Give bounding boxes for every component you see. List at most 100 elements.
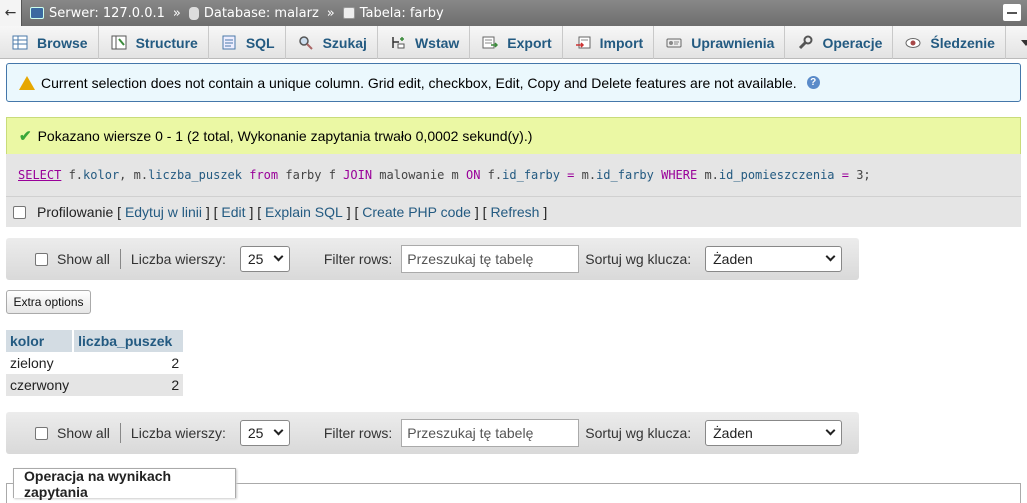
help-icon[interactable]: ? — [806, 76, 820, 89]
breadcrumb-table[interactable]: Tabela: farby — [342, 6, 444, 21]
tab-export[interactable]: Export — [470, 26, 563, 59]
tab-label: Szukaj — [322, 34, 367, 51]
tab-more[interactable]: Wi — [1006, 26, 1027, 59]
tab-label: SQL — [245, 34, 275, 51]
edit-inline-link[interactable]: Edytuj w linii — [125, 204, 202, 220]
sort-key-select[interactable]: Żaden — [705, 420, 843, 446]
eye-icon — [905, 35, 921, 50]
unique-column-notice: Current selection does not contain a uni… — [6, 63, 1021, 102]
sql-operator: = — [834, 168, 857, 182]
bracket: ] — [249, 204, 254, 220]
sort-label: Sortuj wg klucza: — [585, 251, 692, 267]
export-icon — [482, 35, 499, 50]
bracket: [ — [213, 204, 218, 220]
breadcrumb-server[interactable]: Serwer: 127.0.0.1 — [30, 6, 165, 21]
import-icon — [575, 35, 591, 50]
cell-kolor: czerwony — [6, 374, 74, 396]
sql-keyword: JOIN — [343, 168, 373, 182]
rows-label: Liczba wierszy: — [130, 425, 226, 441]
tab-label: Browse — [37, 34, 88, 51]
wrench-icon — [797, 35, 813, 50]
top-navigation-bar: Show all Liczba wierszy: 25 Filter rows:… — [6, 238, 859, 280]
show-all-label: Show all — [57, 425, 110, 441]
sort-value: Żaden — [713, 425, 753, 441]
bracket: [ — [117, 204, 122, 220]
tab-label: Operacje — [822, 34, 883, 51]
tab-operations[interactable]: Operacje — [785, 26, 894, 59]
tab-sql[interactable]: SQL — [209, 26, 286, 59]
filter-placeholder: Przeszukaj tę tabelę — [407, 425, 534, 441]
tab-tracking[interactable]: Śledzenie — [893, 26, 1006, 59]
main-tabs: Browse Structure SQL Szukaj Wstaw Export — [0, 26, 1027, 59]
cell-kolor: zielony — [6, 352, 74, 374]
create-php-code-link[interactable]: Create PHP code — [362, 204, 471, 220]
sort-key-select[interactable]: Żaden — [705, 246, 843, 272]
rows-value: 25 — [247, 425, 264, 441]
collapse-icon[interactable] — [1003, 4, 1021, 21]
tab-search[interactable]: Szukaj — [286, 26, 378, 59]
bracket: ] — [474, 204, 479, 220]
sql-number: 3; — [856, 168, 871, 182]
column-header-liczba-puszek[interactable]: liczba_puszek — [72, 330, 184, 352]
tab-structure[interactable]: Structure — [99, 26, 209, 59]
rows-value: 25 — [247, 251, 264, 267]
breadcrumb-database-label: Database: malarz — [203, 5, 319, 21]
breadcrumb-database[interactable]: Database: malarz — [188, 5, 319, 21]
cell-liczba-puszek: 2 — [73, 352, 184, 374]
notice-text: Current selection does not contain a uni… — [41, 74, 797, 91]
sql-column: liczba_puszek — [148, 168, 242, 182]
extra-options-button[interactable]: Extra options — [6, 290, 91, 314]
profiling-checkbox[interactable] — [13, 205, 26, 219]
edit-link[interactable]: Edit — [221, 204, 245, 220]
table-row: czerwony 2 — [6, 374, 184, 396]
tab-label: Śledzenie — [930, 34, 995, 51]
tab-import[interactable]: Import — [563, 26, 655, 59]
breadcrumb-separator: » — [172, 5, 181, 21]
sql-operator: = — [559, 168, 582, 182]
refresh-link[interactable]: Refresh — [490, 204, 539, 220]
table-row: zielony 2 — [6, 352, 184, 374]
sql-column: kolor — [83, 168, 120, 182]
rows-per-page-select[interactable]: 25 — [239, 246, 290, 272]
tab-browse[interactable]: Browse — [0, 26, 99, 59]
results-table: kolor liczba_puszek zielony 2 czerwony 2 — [6, 330, 184, 396]
show-all-label: Show all — [57, 251, 110, 267]
sql-keyword-select[interactable]: SELECT — [18, 168, 61, 182]
tab-label: Structure — [135, 34, 198, 51]
sort-label: Sortuj wg klucza: — [585, 425, 692, 441]
warning-icon — [19, 75, 35, 90]
bracket: [ — [257, 204, 262, 220]
table-header-row: kolor liczba_puszek — [6, 330, 184, 352]
breadcrumb-bar: ← Serwer: 127.0.0.1 » Database: malarz »… — [0, 0, 1027, 26]
divider — [119, 249, 121, 269]
show-all-checkbox[interactable] — [35, 252, 48, 266]
show-all-checkbox[interactable] — [35, 426, 48, 440]
filter-placeholder: Przeszukaj tę tabelę — [407, 251, 534, 267]
breadcrumb-server-label: Serwer: 127.0.0.1 — [49, 5, 165, 21]
rows-per-page-select[interactable]: 25 — [239, 420, 290, 446]
explain-sql-link[interactable]: Explain SQL — [265, 204, 343, 220]
bracket: ] — [205, 204, 210, 220]
tab-privileges[interactable]: Uprawnienia — [654, 26, 786, 59]
success-text: Pokazano wiersze 0 - 1 (2 total, Wykonan… — [37, 128, 533, 144]
sql-keyword: WHERE — [661, 168, 698, 182]
server-icon — [30, 7, 44, 19]
query-success-message: ✔ Pokazano wiersze 0 - 1 (2 total, Wykon… — [6, 117, 1021, 154]
sql-text: m. — [697, 168, 719, 182]
back-arrow-icon[interactable]: ← — [0, 0, 22, 26]
bracket: [ — [354, 204, 359, 220]
search-icon — [298, 35, 314, 50]
cell-liczba-puszek: 2 — [73, 374, 184, 396]
privileges-icon — [666, 35, 682, 50]
column-header-kolor[interactable]: kolor — [6, 330, 74, 352]
tab-label: Import — [599, 34, 644, 51]
filter-rows-input[interactable]: Przeszukaj tę tabelę — [401, 419, 580, 447]
insert-icon — [390, 35, 406, 50]
sort-value: Żaden — [713, 251, 753, 267]
breadcrumb: Serwer: 127.0.0.1 » Database: malarz » T… — [22, 6, 444, 21]
tab-insert[interactable]: Wstaw — [378, 26, 471, 59]
filter-rows-input[interactable]: Przeszukaj tę tabelę — [401, 245, 580, 273]
tab-label: Wstaw — [414, 34, 460, 51]
table-icon — [342, 7, 355, 19]
bottom-navigation-bar: Show all Liczba wierszy: 25 Filter rows:… — [6, 412, 859, 454]
